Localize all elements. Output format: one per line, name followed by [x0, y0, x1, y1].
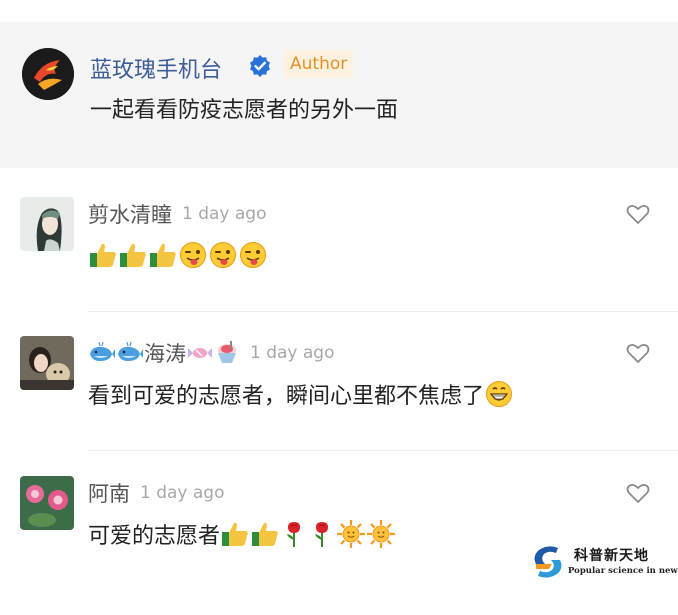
watermark-title: 科普新天地: [574, 548, 649, 564]
comment-header: 阿南 1 day ago: [88, 478, 225, 508]
grinning-face-icon: [484, 380, 514, 408]
whale-icon: [88, 342, 116, 364]
comment-header: 海涛 1 day ago: [88, 338, 335, 368]
thumbs-up-icon: [88, 241, 118, 269]
post-author-avatar[interactable]: [22, 48, 74, 100]
watermark-subtitle: Popular science in new world: [568, 566, 678, 576]
comment-text: 可爱的志愿者: [88, 518, 396, 550]
post-text: 一起看看防疫志愿者的另外一面: [90, 98, 399, 123]
original-post: 蓝玫瑰手机台 Author 一起看看防疫志愿者的另外一面: [0, 22, 678, 168]
comment-timestamp: 1 day ago: [182, 204, 267, 224]
thumbs-up-icon: [250, 520, 280, 548]
like-heart-icon[interactable]: [626, 342, 650, 364]
shaved-ice-icon: [214, 341, 240, 365]
commenter-name[interactable]: 海涛: [144, 338, 186, 368]
commenter-avatar[interactable]: [20, 336, 74, 390]
thumbs-up-icon: [148, 241, 178, 269]
rose-icon: [280, 520, 308, 548]
comment-header: 剪水清瞳 1 day ago: [88, 199, 267, 229]
comment-item: 剪水清瞳 1 day ago: [0, 197, 678, 336]
winking-tongue-face-icon: [238, 241, 268, 269]
comment-item: 海涛 1 day ago 看到可爱的志愿者，瞬间心里都不焦虑了: [0, 336, 678, 475]
commenter-avatar[interactable]: [20, 197, 74, 251]
like-heart-icon[interactable]: [626, 482, 650, 504]
commenter-name[interactable]: 剪水清瞳: [88, 199, 172, 229]
comment-text: [88, 239, 268, 271]
comment-text-content: 看到可爱的志愿者，瞬间心里都不焦虑了: [88, 384, 485, 409]
commenter-avatar[interactable]: [20, 476, 74, 530]
author-badge: Author: [284, 50, 354, 78]
rose-icon: [308, 520, 336, 548]
commenter-name[interactable]: 阿南: [88, 478, 130, 508]
thumbs-up-icon: [220, 520, 250, 548]
candy-icon: [186, 342, 214, 364]
winking-tongue-face-icon: [208, 241, 238, 269]
winking-tongue-face-icon: [178, 241, 208, 269]
comment-text: 看到可爱的志愿者，瞬间心里都不焦虑了: [88, 378, 514, 410]
watermark-logo-icon: [528, 542, 568, 582]
comment-divider: [88, 311, 678, 312]
sun-icon: [366, 519, 396, 549]
comment-divider: [88, 450, 678, 451]
watermark: 科普新天地 Popular science in new world: [528, 542, 678, 582]
like-heart-icon[interactable]: [626, 203, 650, 225]
thumbs-up-icon: [118, 241, 148, 269]
comment-timestamp: 1 day ago: [250, 343, 335, 363]
comment-timestamp: 1 day ago: [140, 483, 225, 503]
post-author-name[interactable]: 蓝玫瑰手机台: [90, 52, 222, 84]
verified-badge-icon: [248, 54, 272, 78]
whale-icon: [116, 342, 144, 364]
comment-text-content: 可爱的志愿者: [88, 524, 221, 549]
sun-icon: [336, 519, 366, 549]
